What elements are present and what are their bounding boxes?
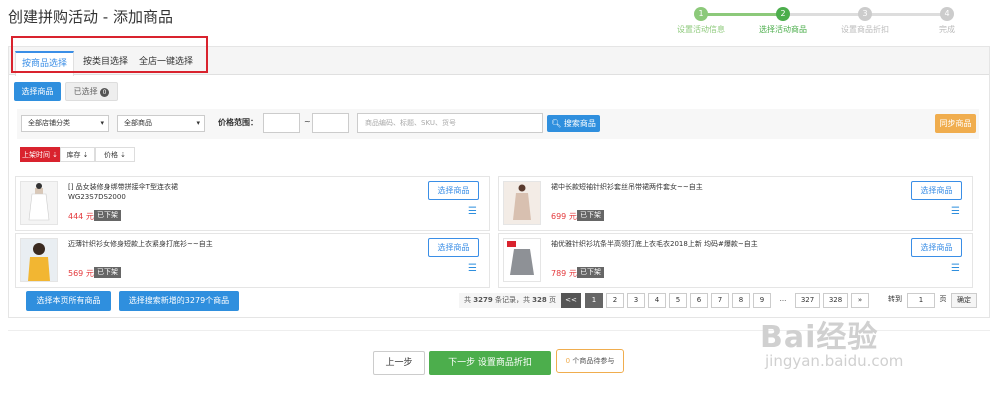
step-1-label: 设置活动信息: [677, 25, 725, 34]
product-card: [] 品女装修身绑带拼接伞T型连衣裙 WG23S7DS2000 444 元 已下…: [15, 176, 490, 231]
step-2-label: 选择活动商品: [759, 25, 807, 34]
step-4-dot: 4: [940, 7, 954, 21]
goto-unit: 页: [939, 295, 947, 303]
pager-ellipsis: ...: [779, 295, 787, 303]
pager-page[interactable]: 6: [690, 293, 708, 308]
select-product-button[interactable]: 选择商品: [911, 238, 962, 257]
page-title: 创建拼购活动 - 添加商品: [8, 8, 173, 26]
subtab-selected-label: 已选择: [73, 87, 98, 96]
product-price: 444 元: [68, 212, 94, 221]
price-min-input[interactable]: [263, 113, 300, 133]
select-product-button[interactable]: 选择商品: [911, 181, 962, 200]
pager-page[interactable]: 8: [732, 293, 750, 308]
step-3-dot: 3: [858, 7, 872, 21]
highlight-box: [11, 36, 208, 73]
pager-page[interactable]: 1: [585, 293, 603, 308]
pager-first[interactable]: <<: [561, 293, 581, 308]
record-info-mid: 条记录，共: [492, 296, 533, 304]
product-image: [20, 238, 58, 282]
prev-step-button[interactable]: 上一步: [373, 351, 425, 375]
subtab-selected[interactable]: 已选择 0: [65, 82, 118, 101]
price-range-label: 价格范围：: [218, 118, 258, 127]
step-connector: [865, 13, 947, 16]
product-image: [503, 181, 541, 225]
select-product-button[interactable]: 选择商品: [428, 181, 479, 200]
step-3-label: 设置商品折扣: [841, 25, 889, 34]
product-title: 袖优雅针织衫坑条半高领打底上衣毛衣2018上新 均码#爆款~自主: [551, 240, 758, 248]
sort-by-listing-time[interactable]: 上架时间 ⇣: [20, 147, 60, 162]
status-badge: 已下架: [94, 210, 121, 221]
progress-steps: 1 设置活动信息 2 选择活动商品 3 设置商品折扣 4 完成: [660, 6, 990, 36]
product-card: 袖优雅针织衫坑条半高领打底上衣毛衣2018上新 均码#爆款~自主 789 元 已…: [498, 233, 973, 288]
goto-confirm-button[interactable]: 确定: [951, 293, 977, 308]
selected-count-badge: 0: [99, 88, 110, 97]
list-icon[interactable]: ☰: [951, 263, 960, 274]
search-goods-label: 搜索商品: [563, 119, 596, 128]
list-icon[interactable]: ☰: [951, 206, 960, 217]
page-total: 328: [532, 296, 547, 304]
step-connector: [701, 13, 783, 16]
status-badge: 已下架: [94, 267, 121, 278]
status-badge: 已下架: [577, 267, 604, 278]
shop-category-select[interactable]: 全部店铺分类 ▾: [21, 115, 109, 132]
pager-page[interactable]: 327: [795, 293, 820, 308]
sort-by-price[interactable]: 价格 ⇣: [95, 147, 135, 162]
goods-scope-select[interactable]: 全部商品 ▾: [117, 115, 205, 132]
pager-page[interactable]: 328: [823, 293, 848, 308]
record-info-suffix: 页: [546, 296, 557, 304]
product-card: 裙中长款短袖针织衫套丝吊带裙两件套女~~自主 699 元 已下架 选择商品 ☰: [498, 176, 973, 231]
watermark-url: jingyan.baidu.com: [765, 352, 904, 370]
pending-text: 个商品待参与: [570, 357, 615, 365]
chevron-down-icon: ▾: [100, 119, 104, 127]
pending-goods-note: 0 个商品待参与: [556, 349, 624, 373]
select-page-all-button[interactable]: 选择本页所有商品: [26, 291, 111, 311]
filter-bar: 全部店铺分类 ▾ 全部商品 ▾ 价格范围： ~ 商品编码、标题、SKU、货号 🔍︎ …: [17, 109, 979, 139]
step-2-dot: 2: [776, 7, 790, 21]
step-1-dot: 1: [694, 7, 708, 21]
step-connector: [783, 13, 865, 16]
search-goods-button[interactable]: 🔍︎ 搜索商品: [547, 115, 600, 132]
product-price: 569 元: [68, 269, 94, 278]
product-title: [] 品女装修身绑带拼接伞T型连衣裙: [68, 183, 178, 191]
next-step-button[interactable]: 下一步 设置商品折扣: [429, 351, 551, 375]
goods-scope-value: 全部商品: [124, 119, 152, 127]
record-info-prefix: 共: [464, 296, 474, 304]
main-panel: 按商品选择 按类目选择 全店一键选择 选择商品 已选择 0 全部店铺分类 ▾ 全部商…: [8, 46, 990, 318]
goto-label: 转到: [888, 295, 902, 303]
chevron-down-icon: ▾: [196, 119, 200, 127]
sort-by-stock[interactable]: 库存 ⇣: [60, 147, 95, 162]
product-price: 789 元: [551, 269, 577, 278]
select-search-results-button[interactable]: 选择搜索新增的3279个商品: [119, 291, 239, 311]
record-info: 共 3279 条记录，共 328 页: [459, 293, 562, 308]
pager-page[interactable]: 7: [711, 293, 729, 308]
pager-page[interactable]: 9: [753, 293, 771, 308]
product-title: 迈薄针织衫女修身短款上衣紧身打底衫~~自主: [68, 240, 213, 248]
price-range-dash: ~: [304, 117, 311, 126]
product-card: 迈薄针织衫女修身短款上衣紧身打底衫~~自主 569 元 已下架 选择商品 ☰: [15, 233, 490, 288]
price-max-input[interactable]: [312, 113, 349, 133]
pager-page[interactable]: 5: [669, 293, 687, 308]
sync-goods-button[interactable]: 同步商品: [935, 114, 976, 133]
product-title: 裙中长款短袖针织衫套丝吊带裙两件套女~~自主: [551, 183, 703, 191]
product-image: [20, 181, 58, 225]
product-price: 699 元: [551, 212, 577, 221]
status-badge: 已下架: [577, 210, 604, 221]
watermark-logo: Bai经验: [760, 320, 879, 355]
pager-page[interactable]: 4: [648, 293, 666, 308]
product-sku: WG23S7DS2000: [68, 193, 126, 201]
shop-category-value: 全部店铺分类: [28, 119, 70, 127]
goto-page-input[interactable]: 1: [907, 293, 935, 308]
search-input[interactable]: 商品编码、标题、SKU、货号: [357, 113, 543, 133]
pager-page[interactable]: 3: [627, 293, 645, 308]
step-4-label: 完成: [939, 25, 955, 34]
select-product-button[interactable]: 选择商品: [428, 238, 479, 257]
pager-last[interactable]: »: [851, 293, 869, 308]
product-image: [503, 238, 541, 282]
search-icon: 🔍︎: [551, 119, 562, 128]
pager-page[interactable]: 2: [606, 293, 624, 308]
list-icon[interactable]: ☰: [468, 263, 477, 274]
list-icon[interactable]: ☰: [468, 206, 477, 217]
record-total: 3279: [473, 296, 493, 304]
subtab-selectable[interactable]: 选择商品: [14, 82, 61, 101]
